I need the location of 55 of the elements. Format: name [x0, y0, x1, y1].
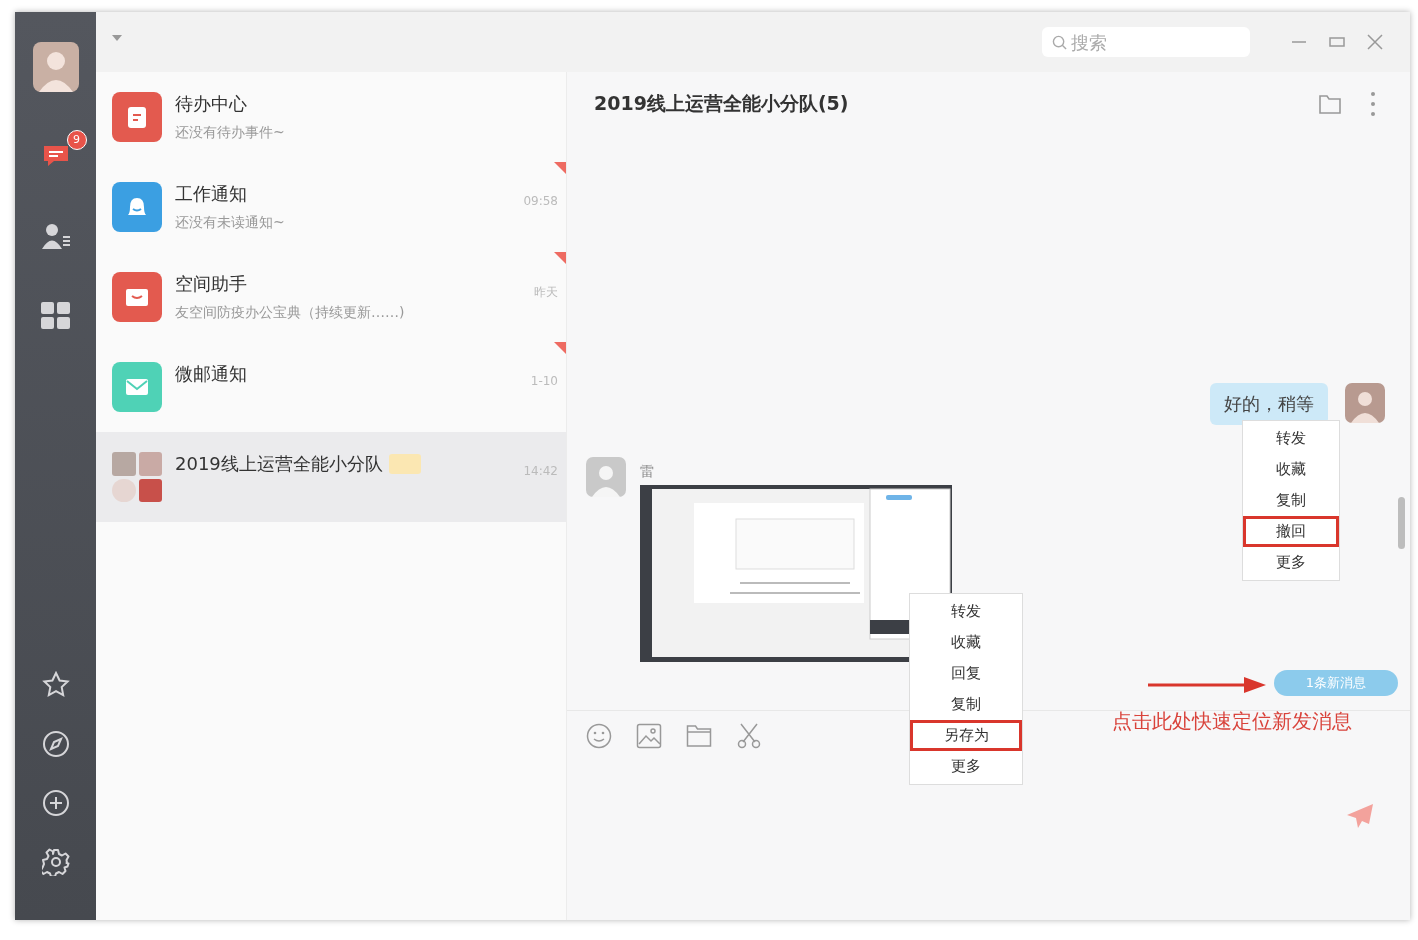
- group-avatar-icon: [112, 452, 162, 502]
- sender-name: 雷: [640, 463, 655, 481]
- menu-item[interactable]: 回复: [910, 658, 1022, 689]
- apps-grid-icon[interactable]: [40, 302, 71, 330]
- menu-item[interactable]: 撤回: [1243, 516, 1339, 547]
- conversation-title: 工作通知: [175, 182, 247, 206]
- close-icon[interactable]: [1366, 33, 1384, 51]
- menu-item[interactable]: 更多: [910, 751, 1022, 782]
- add-icon[interactable]: [41, 789, 70, 817]
- menu-item[interactable]: 转发: [1243, 423, 1339, 454]
- compass-icon[interactable]: [41, 730, 70, 758]
- more-icon[interactable]: [1370, 90, 1376, 117]
- arrow-icon: [1148, 675, 1268, 695]
- conversation-item[interactable]: 空间助手 友空间防疫办公宝典（持续更新……) 昨天: [96, 252, 566, 342]
- contacts-icon[interactable]: [40, 222, 71, 250]
- conversation-title: 微邮通知: [175, 362, 247, 386]
- send-icon[interactable]: [1346, 803, 1374, 829]
- menu-item[interactable]: 收藏: [1243, 454, 1339, 485]
- conversation-time: 昨天: [534, 284, 558, 301]
- search-field[interactable]: 搜索: [1042, 27, 1250, 57]
- scrollbar[interactable]: [1398, 497, 1405, 549]
- conversation-preview: 还没有待办事件~: [175, 124, 286, 142]
- message-bubble[interactable]: 好的，稍等: [1210, 383, 1328, 425]
- caret-icon[interactable]: [112, 35, 122, 41]
- conversation-title: 2019线上运营全能小分队: [175, 452, 383, 476]
- avatar-icon[interactable]: [30, 42, 81, 92]
- settings-icon[interactable]: [41, 848, 70, 876]
- conversation-title: 空间助手: [175, 272, 247, 296]
- menu-item[interactable]: 收藏: [910, 627, 1022, 658]
- star-icon[interactable]: [41, 671, 70, 699]
- screenshot-thumbnail[interactable]: [640, 485, 952, 662]
- image-icon[interactable]: [636, 723, 662, 749]
- folder-icon[interactable]: [686, 723, 712, 749]
- unread-badge: 9: [66, 130, 87, 150]
- menu-item[interactable]: 复制: [910, 689, 1022, 720]
- avatar-icon: [1345, 383, 1385, 423]
- menu-item[interactable]: 另存为: [910, 720, 1022, 751]
- chat-title: 2019线上运营全能小分队(5): [594, 90, 849, 116]
- search-icon: [1052, 35, 1067, 50]
- folder-icon[interactable]: [1318, 92, 1342, 115]
- annotation-text: 点击此处快速定位新发消息: [1112, 708, 1352, 735]
- conversation-item[interactable]: 微邮通知 1-10: [96, 342, 566, 432]
- conversation-preview: 友空间防疫办公宝典（持续更新……): [175, 304, 406, 322]
- conversation-preview: 还没有未读通知~: [175, 214, 286, 232]
- conversation-item[interactable]: 工作通知 还没有未读通知~ 09:58: [96, 162, 566, 252]
- conversation-item[interactable]: 待办中心 还没有待办事件~: [96, 72, 566, 162]
- menu-item[interactable]: 转发: [910, 596, 1022, 627]
- avatar-icon: [586, 457, 626, 497]
- menu-item[interactable]: 更多: [1243, 547, 1339, 578]
- conversation-title: 待办中心: [175, 92, 247, 116]
- emoji-icon[interactable]: [586, 723, 612, 749]
- scissors-icon[interactable]: [736, 723, 762, 749]
- conversation-time: 09:58: [523, 194, 558, 208]
- conversation-time: 1-10: [530, 374, 558, 388]
- menu-item[interactable]: 复制: [1243, 485, 1339, 516]
